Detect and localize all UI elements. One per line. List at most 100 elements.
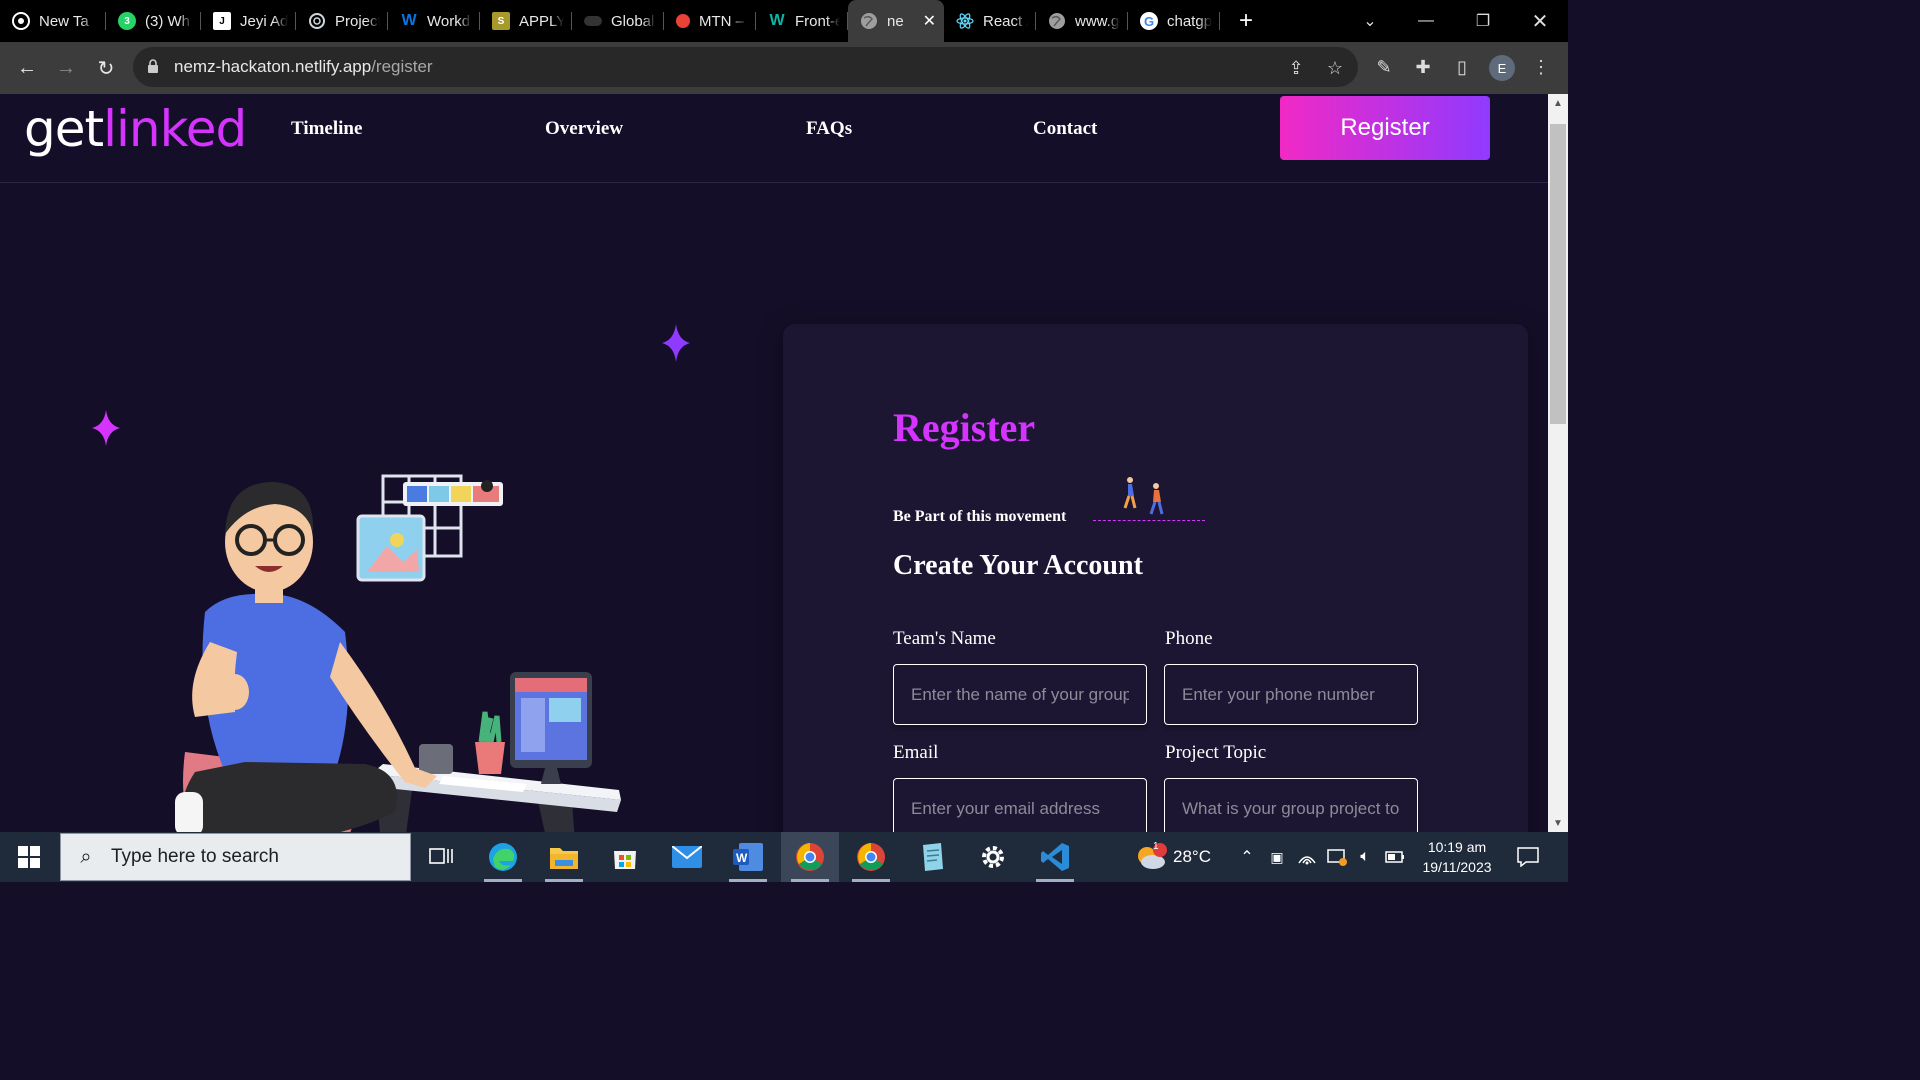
jeyi-icon: J (213, 12, 231, 30)
settings-icon[interactable] (964, 832, 1022, 882)
google-icon: G (1140, 12, 1158, 30)
scroll-up-arrow-icon[interactable]: ▲ (1548, 94, 1568, 112)
tab-search-icon[interactable]: ⌄ (1342, 0, 1398, 42)
team-name-input[interactable] (893, 664, 1147, 725)
tab-label: React / (983, 12, 1028, 30)
word-icon[interactable]: W (719, 832, 777, 882)
email-input[interactable] (893, 778, 1147, 832)
browser-tab[interactable]: S APPLY: (480, 0, 572, 42)
share-icon[interactable]: ⇪ (1285, 57, 1307, 79)
phone-input[interactable] (1164, 664, 1418, 725)
browser-tab[interactable]: MTN – (664, 0, 756, 42)
battery-icon[interactable] (1382, 832, 1408, 882)
nav-link-timeline[interactable]: Timeline (291, 118, 362, 140)
hero-illustration (175, 474, 621, 832)
tab-label: Project (335, 12, 380, 30)
restore-button[interactable]: ❐ (1455, 0, 1511, 42)
profile-avatar[interactable]: E (1489, 55, 1515, 81)
nav-link-contact[interactable]: Contact (1033, 118, 1097, 140)
taskbar-search[interactable]: ⌕ Type here to search (60, 833, 411, 881)
forward-icon[interactable]: → (52, 54, 80, 82)
volume-icon[interactable]: 🔈︎ (1352, 832, 1378, 882)
chrome-icon[interactable] (781, 832, 839, 882)
form-heading: Create Your Account (893, 550, 1143, 581)
extensions-icon[interactable]: ✚ (1411, 55, 1435, 79)
chrome-icon[interactable] (842, 832, 900, 882)
alert-icon[interactable] (1324, 832, 1350, 882)
minimize-button[interactable]: — (1398, 0, 1454, 42)
globe-icon (1048, 12, 1066, 30)
record-icon (676, 14, 690, 28)
notifications-icon[interactable] (1510, 832, 1546, 882)
web-page: getlinked Timeline Overview FAQs Contact… (0, 94, 1548, 832)
browser-tab[interactable]: www.g (1036, 0, 1128, 42)
eyedropper-icon[interactable]: ✎ (1372, 55, 1396, 79)
scroll-down-arrow-icon[interactable]: ▼ (1548, 814, 1568, 832)
lock-icon (148, 59, 158, 73)
edge-icon[interactable] (474, 832, 532, 882)
address-bar[interactable]: nemz-hackaton.netlify.app/register ⇪ ☆ (133, 47, 1358, 87)
browser-tab[interactable]: G chatgp (1128, 0, 1220, 42)
browser-tab[interactable]: React / (944, 0, 1036, 42)
global-icon (584, 16, 602, 26)
browser-tab-active[interactable]: ne ✕ (848, 0, 944, 42)
project-topic-input[interactable] (1164, 778, 1418, 832)
site-header: getlinked Timeline Overview FAQs Contact… (0, 94, 1548, 183)
apply-icon: S (492, 12, 510, 30)
close-window-button[interactable]: ✕ (1512, 0, 1568, 42)
team-name-label: Team's Name (893, 628, 996, 649)
browser-tab[interactable]: Project (296, 0, 388, 42)
scrollbar-thumb[interactable] (1550, 124, 1566, 424)
weather-temperature[interactable]: 28°C (1170, 832, 1214, 882)
side-panel-icon[interactable]: ▯ (1450, 55, 1474, 79)
browser-tab[interactable]: Global (572, 0, 664, 42)
tab-label: Workd (427, 12, 471, 30)
page-scrollbar[interactable]: ▲ ▼ (1548, 94, 1568, 832)
frontend-icon: W (769, 12, 785, 29)
workday-icon: W (401, 12, 417, 29)
tagline: Be Part of this movement (893, 508, 1067, 525)
back-icon[interactable]: ← (13, 54, 41, 82)
microsoft-store-icon[interactable] (596, 832, 654, 882)
weather-icon[interactable]: 1 (1130, 832, 1172, 882)
tab-label: MTN – (699, 12, 744, 30)
nav-link-overview[interactable]: Overview (545, 118, 623, 140)
network-icon[interactable] (1294, 832, 1320, 882)
tab-label: Global (611, 12, 655, 30)
chrome-icon (12, 12, 30, 30)
start-button[interactable] (0, 832, 58, 882)
site-logo[interactable]: getlinked (24, 100, 247, 158)
menu-dots-icon[interactable]: ⋮ (1529, 55, 1553, 79)
email-label: Email (893, 742, 939, 763)
show-hidden-icons-icon[interactable]: ⌃ (1234, 832, 1260, 882)
windows-taskbar: ⌕ Type here to search W 1 28°C ⌃ ▣ 🔈︎ 10… (0, 832, 1568, 882)
tab-label: APPLY: (519, 12, 564, 30)
vscode-icon[interactable] (1026, 832, 1084, 882)
clock-time: 10:19 am (1427, 839, 1487, 855)
bookmark-star-icon[interactable]: ☆ (1324, 57, 1346, 79)
notepad-icon[interactable] (903, 832, 961, 882)
nav-link-faqs[interactable]: FAQs (806, 118, 852, 140)
windows-logo-icon (18, 846, 40, 868)
browser-tab[interactable]: W Front-e (756, 0, 848, 42)
register-button[interactable]: Register (1280, 96, 1490, 160)
browser-tab[interactable]: New Ta (0, 0, 106, 42)
tab-label: Jeyi Ad (240, 12, 288, 30)
browser-tab[interactable]: J Jeyi Ad (201, 0, 296, 42)
search-icon: ⌕ (80, 845, 92, 868)
sparkle-star-icon (92, 410, 120, 446)
meet-now-icon[interactable]: ▣ (1264, 832, 1290, 882)
tagline-divider (1093, 520, 1205, 521)
register-title: Register (893, 405, 1036, 450)
project-topic-label: Project Topic (1165, 742, 1267, 763)
browser-tab[interactable]: 3 (3) Wh (106, 0, 201, 42)
new-tab-button[interactable]: + (1228, 0, 1264, 42)
reload-icon[interactable]: ↻ (92, 54, 120, 82)
browser-tab[interactable]: W Workd (388, 0, 480, 42)
mail-icon[interactable] (658, 832, 716, 882)
system-clock[interactable]: 10:19 am 19/11/2023 (1412, 837, 1502, 877)
close-tab-icon[interactable]: ✕ (923, 11, 936, 31)
phone-label: Phone (1165, 628, 1213, 649)
file-explorer-icon[interactable] (535, 832, 593, 882)
task-view-icon[interactable] (412, 832, 470, 882)
